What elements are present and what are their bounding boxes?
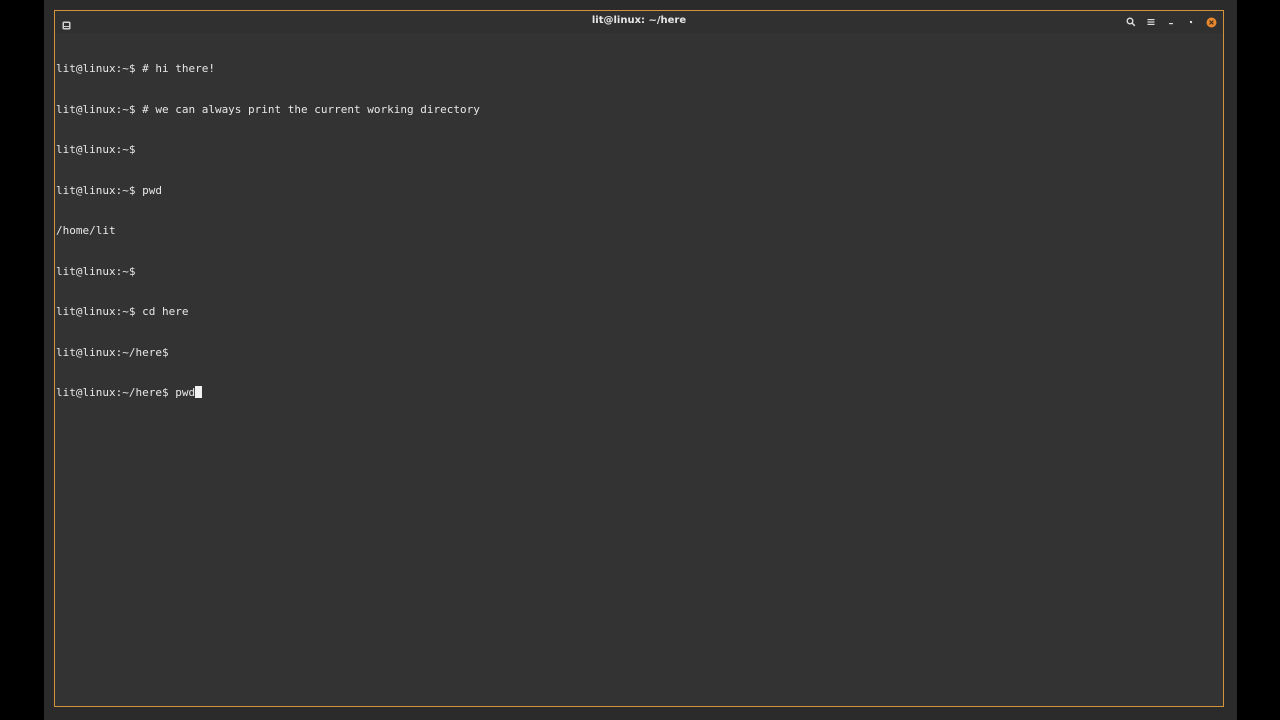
titlebar[interactable]: lit@linux: ~/here [55, 11, 1223, 33]
maximize-icon[interactable] [1183, 14, 1199, 30]
terminal-input-line[interactable]: lit@linux:~/here$ pwd [56, 386, 1223, 400]
terminal-line: lit@linux:~$ cd here [56, 305, 189, 318]
terminal-line: lit@linux:~$ [56, 264, 136, 278]
terminal-line: /home/lit [56, 224, 116, 237]
menu-icon[interactable] [1143, 14, 1159, 30]
window-title: lit@linux: ~/here [591, 15, 687, 26]
current-command: lit@linux:~/here$ pwd [56, 386, 196, 399]
minimize-icon[interactable] [1163, 14, 1179, 30]
window-controls [1119, 14, 1219, 30]
terminal-line: lit@linux:~$ [56, 143, 136, 156]
terminal-line: lit@linux:~/here$ [56, 345, 169, 359]
terminal-line: lit@linux:~$ # hi there! [56, 62, 215, 75]
terminal-line: lit@linux:~$ pwd [56, 183, 162, 197]
text-cursor [195, 386, 203, 398]
terminal-line: lit@linux:~$ # we can always print the c… [56, 102, 480, 116]
search-icon[interactable] [1123, 14, 1139, 30]
terminal-output[interactable]: lit@linux:~$ # hi there! lit@linux:~$ # … [56, 35, 1223, 706]
close-icon[interactable] [1203, 14, 1219, 30]
terminal-window[interactable]: lit@linux: ~/here lit@linux:~$ # hi ther… [54, 10, 1224, 707]
